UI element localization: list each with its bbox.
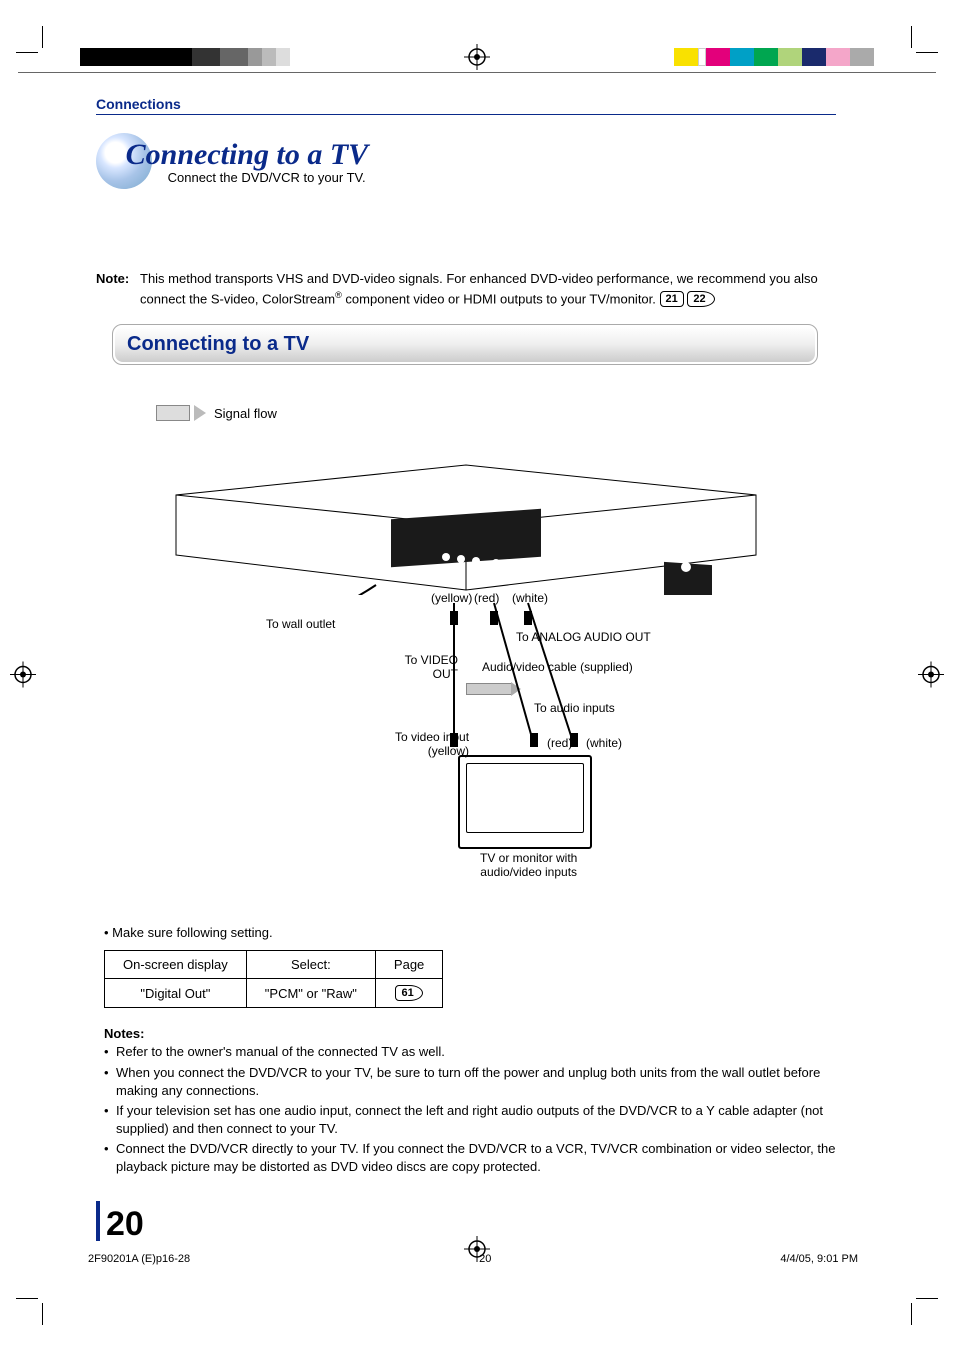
table-header: Select: <box>246 951 375 979</box>
table-row: On-screen display Select: Page <box>105 951 443 979</box>
footer-file: 2F90201A (E)p16-28 <box>88 1253 190 1265</box>
tv-monitor-icon <box>458 755 592 849</box>
signal-flow-legend: Signal flow <box>156 405 277 421</box>
registration-mark-bottom <box>464 1236 490 1265</box>
note-text-post: component video or HDMI outputs to your … <box>342 291 660 306</box>
registration-mark-right <box>918 661 944 690</box>
page-number: 20 <box>106 1207 144 1241</box>
crop-mark <box>20 30 50 60</box>
crop-mark <box>20 1291 50 1321</box>
manual-page: Connections Connecting to a TV Connect t… <box>0 0 954 1351</box>
footer-date: 4/4/05, 9:01 PM <box>780 1253 858 1265</box>
crop-mark <box>904 1291 934 1321</box>
notes-heading: Notes: <box>104 1026 836 1041</box>
cable-lines <box>436 585 596 765</box>
dvd-vcr-rear-view <box>166 435 766 595</box>
registered-mark: ® <box>335 290 342 300</box>
list-item: Connect the DVD/VCR directly to your TV.… <box>104 1140 836 1176</box>
note-block: Note: This method transports VHS and DVD… <box>96 269 836 308</box>
note-text: This method transports VHS and DVD-video… <box>140 269 836 308</box>
table-header: On-screen display <box>105 951 247 979</box>
notes-list: Refer to the owner's manual of the conne… <box>104 1043 836 1176</box>
section-rule <box>96 114 836 115</box>
procedure-heading: Connecting to a TV <box>127 333 309 355</box>
table-cell: "PCM" or "Raw" <box>246 979 375 1008</box>
color-bar <box>674 48 874 66</box>
page-subtitle: Connect the DVD/VCR to your TV. <box>168 170 369 185</box>
page-reference: 61 <box>395 985 422 1001</box>
section-label: Connections <box>96 96 836 112</box>
procedure-heading-bar: Connecting to a TV <box>112 324 818 365</box>
connection-diagram: Signal flow <box>136 395 796 895</box>
list-item: When you connect the DVD/VCR to your TV,… <box>104 1064 836 1100</box>
registration-mark-top <box>464 44 490 70</box>
table-row: "Digital Out" "PCM" or "Raw" 61 <box>105 979 443 1008</box>
settings-table: On-screen display Select: Page "Digital … <box>104 950 443 1008</box>
signal-flow-label: Signal flow <box>214 406 277 421</box>
page-title: Connecting to a TV <box>126 138 369 172</box>
label-to-wall-outlet: To wall outlet <box>266 617 335 631</box>
page-reference: 21 <box>660 291 684 307</box>
step-wedge-black <box>80 48 290 66</box>
page-number-block: 20 <box>96 1201 144 1241</box>
top-rule <box>18 72 936 73</box>
crop-mark <box>904 30 934 60</box>
list-item: Refer to the owner's manual of the conne… <box>104 1043 836 1061</box>
page-reference: 22 <box>687 291 714 307</box>
tv-caption: TV or monitor withaudio/video inputs <box>480 851 577 879</box>
page-title-block: Connecting to a TV Connect the DVD/VCR t… <box>96 133 836 189</box>
table-cell: "Digital Out" <box>105 979 247 1008</box>
table-header: Page <box>375 951 442 979</box>
note-label: Note: <box>96 269 140 308</box>
setting-instruction: • Make sure following setting. <box>104 925 836 940</box>
content-area: Connections Connecting to a TV Connect t… <box>96 96 836 1179</box>
list-item: If your television set has one audio inp… <box>104 1102 836 1138</box>
registration-mark-left <box>10 661 36 690</box>
table-cell: 61 <box>375 979 442 1008</box>
